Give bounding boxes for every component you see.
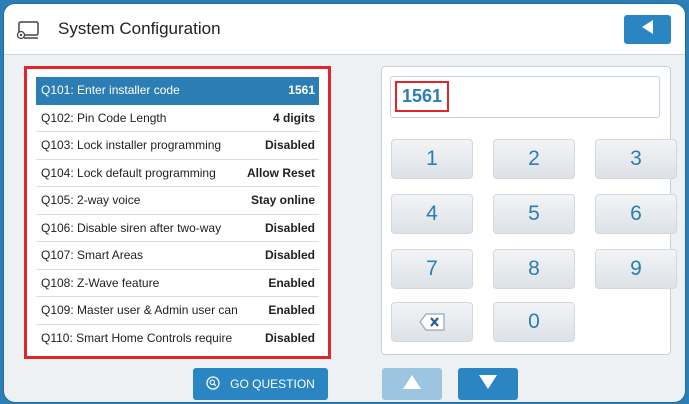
question-row[interactable]: Q102: Pin Code Length 4 digits [36, 105, 319, 132]
display-value: 1561 [395, 81, 450, 112]
question-label: Q106: Disable siren after two-way [41, 220, 222, 235]
question-label: Q105: 2-way voice [41, 193, 141, 208]
question-value: Disabled [264, 138, 315, 153]
down-arrow-icon [479, 374, 497, 394]
question-row[interactable]: Q109: Master user & Admin user can Enable… [36, 297, 319, 325]
key-3[interactable]: 3 [595, 139, 677, 179]
question-value: Allow Reset [246, 165, 315, 180]
question-value: Disabled [264, 220, 315, 235]
question-value: 4 digits [272, 110, 315, 125]
question-row[interactable]: Q106: Disable siren after two-way Disable… [36, 215, 319, 242]
key-5[interactable]: 5 [493, 194, 575, 234]
question-label: Q109: Master user & Admin user can [41, 303, 238, 318]
go-question-button[interactable]: GO QUESTION [193, 368, 328, 400]
key-9[interactable]: 9 [595, 249, 677, 289]
question-value: 1561 [288, 83, 315, 98]
question-row[interactable]: Q110: Smart Home Controls require Disable… [36, 325, 319, 353]
key-8[interactable]: 8 [493, 249, 575, 289]
up-arrow-icon [403, 374, 421, 394]
question-row[interactable]: Q105: 2-way voice Stay online [36, 187, 319, 215]
value-display[interactable]: 1561 [390, 76, 660, 118]
question-row[interactable]: Q104: Lock default programming Allow Rese… [36, 160, 319, 187]
question-row[interactable]: Q108: Z-Wave feature Enabled [36, 270, 319, 297]
question-value: Enabled [268, 303, 315, 318]
question-list-items: Q101: Enter installer code 1561 Q102: Pin … [36, 77, 319, 352]
question-row[interactable]: Q107: Smart Areas Disabled [36, 242, 319, 270]
backspace-icon [419, 313, 445, 331]
key-4[interactable]: 4 [391, 194, 473, 234]
question-label: Q102: Pin Code Length [41, 110, 167, 125]
scroll-up-button[interactable] [382, 368, 442, 400]
key-7[interactable]: 7 [391, 249, 473, 289]
question-label: Q108: Z-Wave feature [41, 275, 160, 290]
search-icon [206, 375, 220, 393]
question-label: Q104: Lock default programming [41, 165, 216, 180]
question-row[interactable]: Q101: Enter installer code 1561 [36, 77, 319, 105]
question-value: Disabled [264, 331, 315, 346]
question-label: Q101: Enter installer code [41, 83, 180, 98]
question-label: Q107: Smart Areas [41, 248, 144, 263]
backspace-key[interactable] [391, 302, 473, 342]
key-2[interactable]: 2 [493, 139, 575, 179]
go-question-label: GO QUESTION [230, 377, 315, 391]
system-config-icon [16, 20, 40, 40]
key-1[interactable]: 1 [391, 139, 473, 179]
keypad-panel: 1561 1 2 3 4 5 6 7 8 9 0 [381, 66, 677, 355]
question-row[interactable]: Q103: Lock installer programming Disabled [36, 132, 319, 160]
question-label: Q103: Lock installer programming [41, 138, 222, 153]
back-button[interactable] [624, 15, 671, 44]
question-value: Enabled [268, 275, 315, 290]
app-window: System Configuration Q101: Enter install… [3, 3, 686, 403]
question-value: Disabled [264, 248, 315, 263]
back-arrow-icon [641, 20, 654, 39]
question-label: Q110: Smart Home Controls require [41, 331, 233, 346]
key-6[interactable]: 6 [595, 194, 677, 234]
key-0[interactable]: 0 [493, 302, 575, 342]
question-list: Q101: Enter installer code 1561 Q102: Pin … [24, 66, 331, 359]
page-title: System Configuration [58, 19, 221, 38]
header: System Configuration [4, 4, 685, 55]
scroll-down-button[interactable] [458, 368, 518, 400]
question-value: Stay online [250, 193, 315, 208]
